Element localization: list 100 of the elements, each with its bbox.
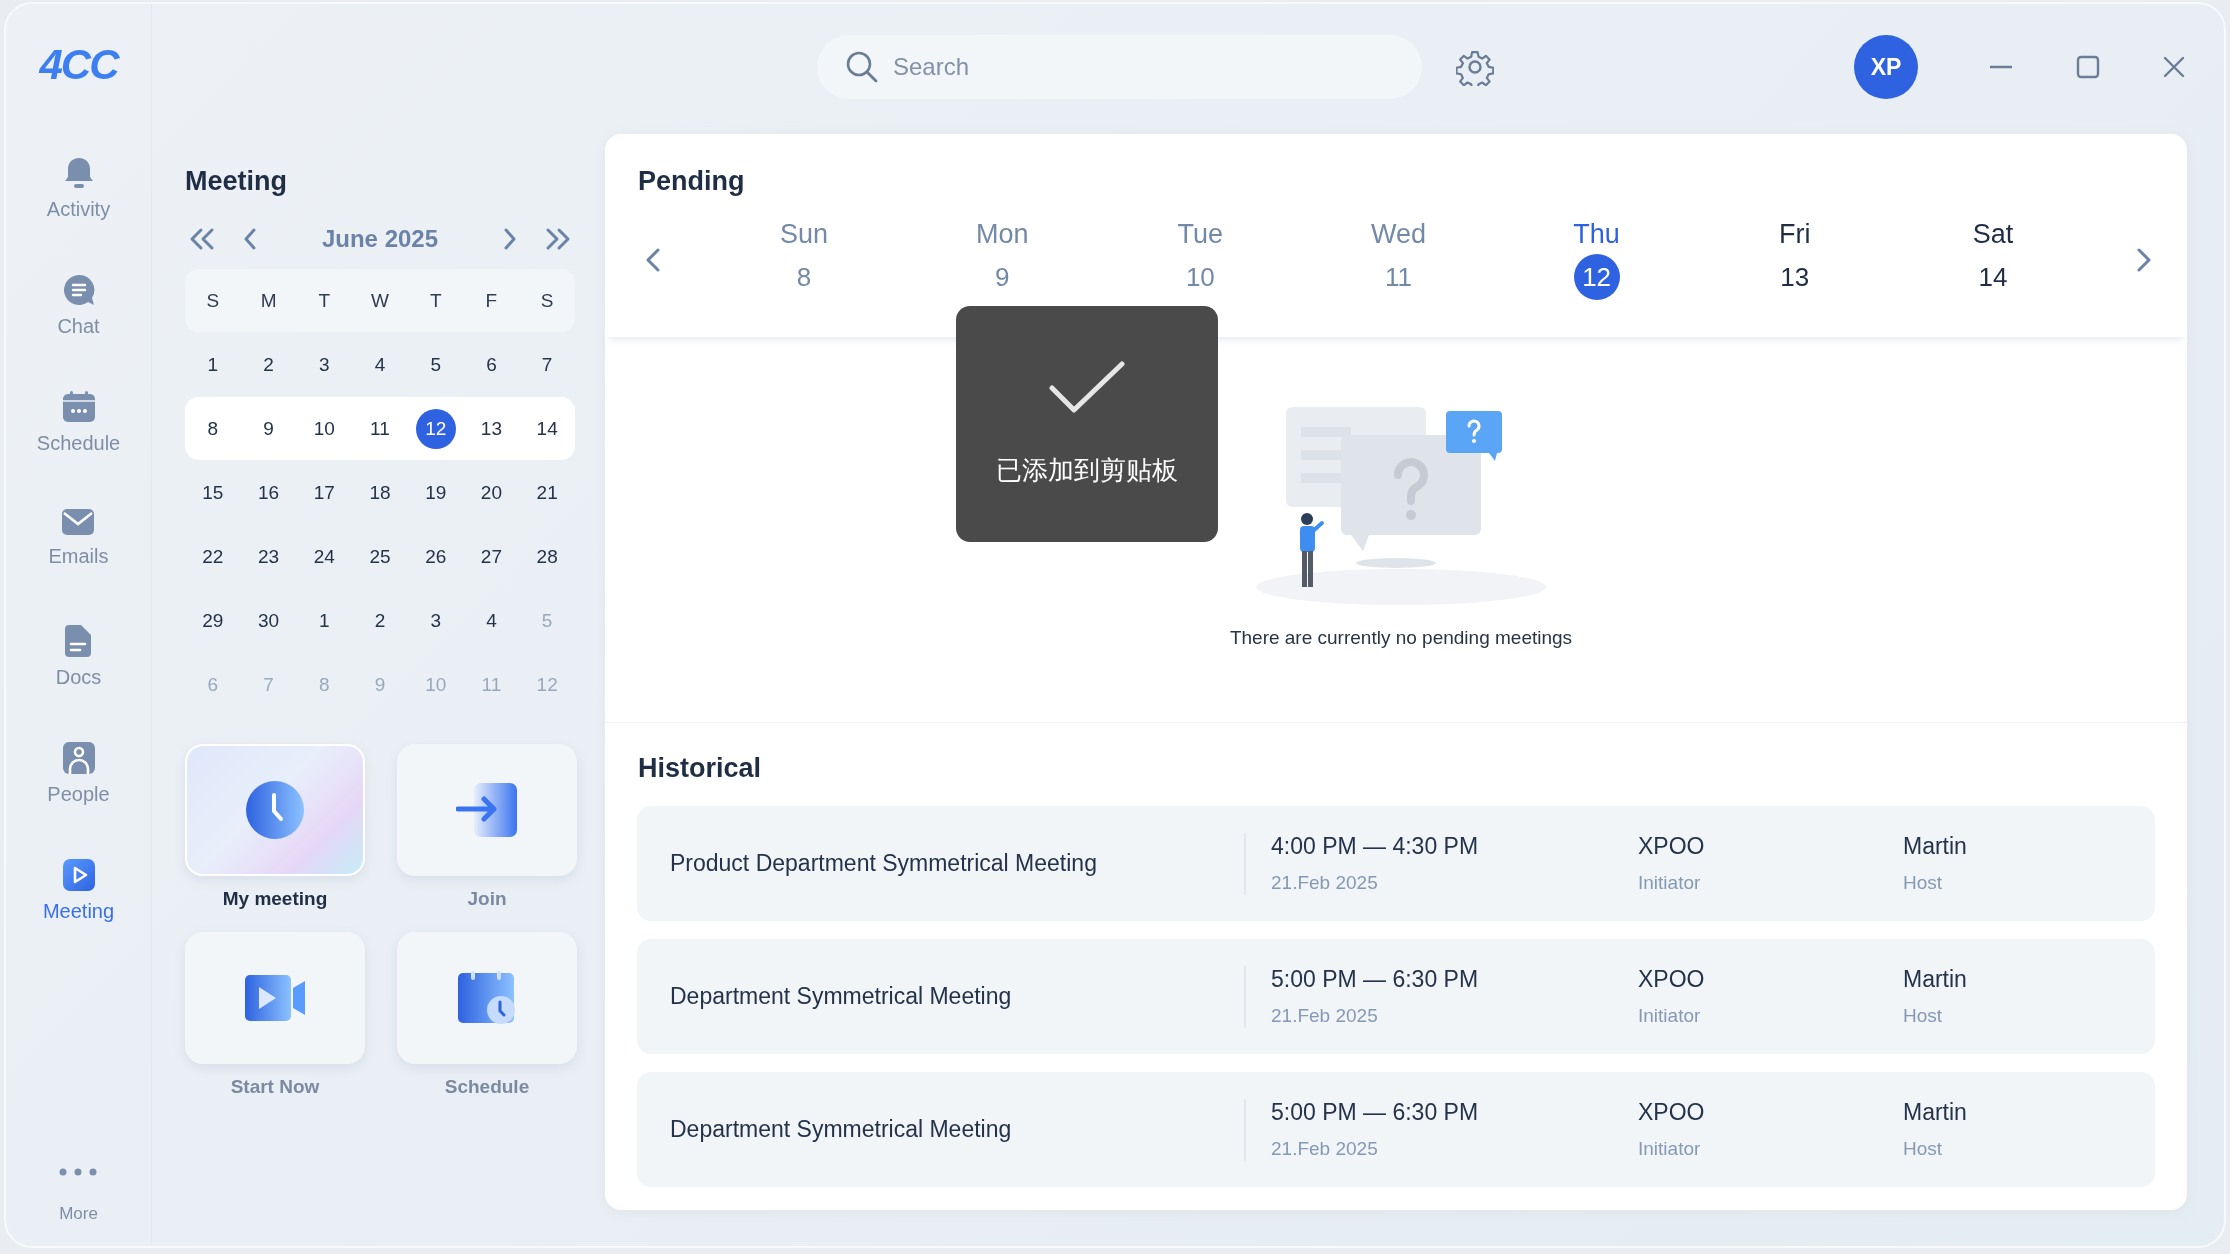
calendar-day[interactable]: 18 — [360, 472, 400, 513]
month-label: June 2025 — [320, 225, 440, 253]
host-label: Host — [1903, 1005, 1944, 1027]
calendar-day[interactable]: 3 — [415, 600, 456, 641]
weekday-label: T — [428, 289, 443, 312]
calendar-day[interactable]: 11 — [360, 408, 400, 449]
calendar-day[interactable]: 24 — [304, 536, 345, 577]
initiator-label: Initiator — [1638, 1138, 1702, 1160]
weekday-label: F — [484, 289, 499, 312]
meeting-row[interactable]: Department Symmetrical Meeting 5:00 PM — 6:30 PM 21.Feb 2025 XPOO Initiator Martin Host — [637, 1072, 2155, 1187]
section-title: Historical — [637, 753, 763, 784]
tile-label: Schedule — [444, 1076, 530, 1098]
calendar-day[interactable]: 30 — [248, 600, 289, 641]
calendar-day[interactable]: 2 — [248, 344, 289, 385]
search-field[interactable]: Search — [817, 35, 1422, 99]
calendar-day[interactable]: 19 — [415, 472, 456, 513]
meeting-time: 5:00 PM — 6:30 PM — [1271, 966, 1480, 993]
app-logo: 4CC — [39, 41, 118, 89]
calendar-day[interactable]: 3 — [304, 344, 345, 385]
chevron-left-icon[interactable] — [645, 246, 661, 273]
calendar-day[interactable]: 4 — [360, 344, 400, 385]
initiator-name: XPOO — [1638, 966, 1706, 993]
sign-in-arrow-icon — [456, 782, 518, 838]
initiator-label: Initiator — [1638, 1005, 1702, 1027]
meeting-title: Product Department Symmetrical Meeting — [669, 850, 1098, 877]
week-day-tab[interactable]: Tue 10 — [1101, 219, 1300, 300]
calendar-day[interactable]: 28 — [527, 536, 568, 577]
tile-label: Join — [467, 888, 507, 910]
meeting-title: Department Symmetrical Meeting — [669, 1116, 1013, 1143]
calendar-day[interactable]: 9 — [248, 408, 289, 449]
calendar-day[interactable]: 10 — [304, 408, 345, 449]
meeting-date: 21.Feb 2025 — [1271, 1138, 1379, 1160]
meeting-row[interactable]: Department Symmetrical Meeting 5:00 PM — 6:30 PM 21.Feb 2025 XPOO Initiator Martin Host — [637, 939, 2155, 1054]
calendar-day[interactable]: 5 — [415, 344, 456, 385]
calendar-day[interactable]: 25 — [360, 536, 400, 577]
close-icon[interactable] — [2162, 55, 2186, 79]
calendar-day[interactable]: 1 — [304, 600, 345, 641]
empty-message: There are currently no pending meetings — [1229, 627, 1573, 649]
meeting-date: 21.Feb 2025 — [1271, 1005, 1379, 1027]
host-label: Host — [1903, 872, 1944, 894]
calendar-day[interactable]: 14 — [527, 408, 568, 449]
document-icon — [64, 624, 93, 658]
chevron-right-icon[interactable] — [2136, 246, 2152, 273]
calendar-day[interactable]: 2 — [360, 600, 400, 641]
double-chevron-left-icon[interactable] — [189, 227, 215, 251]
meeting-row[interactable]: Product Department Symmetrical Meeting 4:00 PM — 4:30 PM 21.Feb 2025 XPOO Initiator Martin Host — [637, 806, 2155, 921]
initiator-name: XPOO — [1638, 1099, 1706, 1126]
more-icon — [59, 1168, 98, 1176]
weekday-label: S — [205, 289, 221, 312]
panel-title: Meeting — [185, 166, 288, 197]
week-day-tab[interactable]: Fri 13 — [1695, 219, 1894, 300]
action-tile[interactable] — [185, 932, 365, 1064]
video-camera-icon — [244, 974, 306, 1022]
initiator-label: Initiator — [1638, 872, 1702, 894]
chevron-left-icon[interactable] — [243, 227, 257, 251]
calendar-day[interactable]: 13 — [471, 408, 512, 449]
calendar-icon — [61, 390, 96, 424]
calendar-day[interactable]: 27 — [471, 536, 512, 577]
double-chevron-right-icon[interactable] — [545, 227, 571, 251]
week-day-tab[interactable]: Wed 11 — [1299, 219, 1498, 300]
host-label: Host — [1903, 1138, 1944, 1160]
sidebar-item[interactable]: Meeting — [42, 856, 115, 973]
weekday-label: W — [370, 289, 390, 312]
user-avatar[interactable]: XP — [1854, 35, 1918, 99]
weekday-label: T — [317, 289, 332, 312]
host-name: Martin — [1903, 833, 1967, 860]
maximize-icon[interactable] — [2076, 55, 2100, 79]
weekday-label: M — [259, 289, 278, 312]
person-icon — [61, 741, 96, 775]
calendar-day[interactable]: 22 — [192, 536, 233, 577]
toast-notification: 已添加到剪贴板 — [956, 306, 1218, 542]
calendar-day[interactable]: 12 — [415, 408, 456, 449]
calendar-day[interactable]: 1 — [192, 344, 233, 385]
envelope-icon — [61, 507, 96, 537]
calendar-day[interactable]: 20 — [471, 472, 512, 513]
action-tile[interactable] — [397, 932, 577, 1064]
settings-icon[interactable] — [1456, 48, 1494, 86]
calendar-day[interactable]: 23 — [248, 536, 289, 577]
week-day-tab[interactable]: Mon 9 — [903, 219, 1102, 300]
calendar-day[interactable]: 4 — [471, 600, 512, 641]
calendar-day[interactable]: 16 — [248, 472, 289, 513]
meeting-title: Department Symmetrical Meeting — [669, 983, 1013, 1010]
action-tile[interactable] — [185, 744, 365, 876]
chevron-right-icon[interactable] — [503, 227, 517, 251]
week-day-tab[interactable]: Sun 8 — [705, 219, 904, 300]
calendar-day[interactable]: 15 — [192, 472, 233, 513]
calendar-day[interactable]: 29 — [192, 600, 233, 641]
calendar-day[interactable]: 8 — [192, 408, 233, 449]
action-tile[interactable] — [397, 744, 577, 876]
bell-icon — [62, 156, 95, 190]
calendar-clock-icon — [457, 970, 517, 1026]
calendar-day[interactable]: 21 — [527, 472, 568, 513]
week-day-tab[interactable]: Sat 14 — [1893, 219, 2092, 300]
week-day-tab[interactable]: Thu 12 — [1497, 219, 1696, 300]
weekday-label: S — [539, 289, 555, 312]
calendar-day[interactable]: 7 — [527, 344, 568, 385]
calendar-day[interactable]: 17 — [304, 472, 345, 513]
calendar-day[interactable]: 26 — [415, 536, 456, 577]
calendar-day[interactable]: 6 — [471, 344, 512, 385]
host-name: Martin — [1903, 966, 1967, 993]
